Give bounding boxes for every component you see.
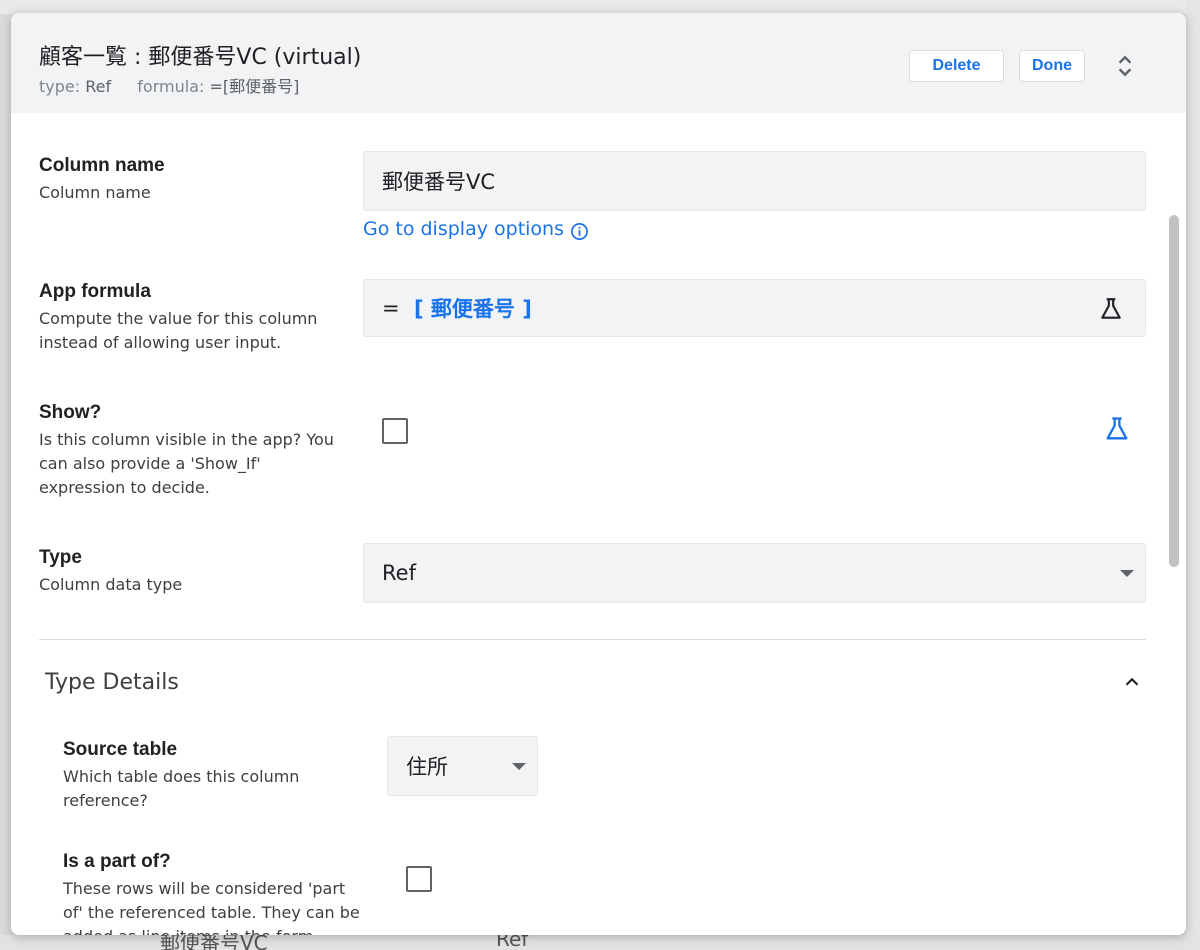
section-divider bbox=[39, 639, 1146, 640]
app-formula-description: Compute the value for this column instea… bbox=[39, 309, 318, 352]
is-part-of-label: Is a part of? bbox=[63, 851, 171, 872]
type-dropdown-caret-icon bbox=[1120, 570, 1134, 577]
column-name-value: 郵便番号VC bbox=[382, 170, 496, 194]
type-select-value: Ref bbox=[382, 561, 416, 585]
formula-expression: [ 郵便番号 ] bbox=[414, 297, 532, 321]
show-description: Is this column visible in the app? You c… bbox=[39, 430, 334, 497]
app-formula-label: App formula bbox=[39, 281, 151, 302]
info-icon[interactable] bbox=[570, 222, 589, 241]
type-meta-value: Ref bbox=[85, 77, 112, 96]
dialog-body: Column name Column name 郵便番号VC Go to dis… bbox=[11, 113, 1186, 935]
show-checkbox[interactable] bbox=[382, 418, 408, 444]
dialog-header: 顧客一覧 : 郵便番号VC (virtual) type: Ref formul… bbox=[11, 13, 1186, 113]
type-label: Type bbox=[39, 547, 82, 568]
chevron-up-icon[interactable] bbox=[1121, 671, 1143, 693]
column-name-label: Column name bbox=[39, 155, 165, 176]
formula-meta-value: =[郵便番号] bbox=[209, 77, 300, 96]
type-meta-label: type: bbox=[39, 77, 81, 96]
background-row-type: Ref bbox=[496, 935, 529, 950]
source-table-value: 住所 bbox=[406, 755, 448, 779]
done-button[interactable]: Done bbox=[1019, 50, 1085, 82]
background-row-name: 郵便番号VC bbox=[160, 935, 268, 950]
flask-icon[interactable] bbox=[1098, 296, 1124, 322]
source-table-caret-icon bbox=[512, 763, 526, 770]
delete-button[interactable]: Delete bbox=[909, 50, 1004, 82]
dialog-meta: type: Ref formula: =[郵便番号] bbox=[39, 73, 299, 97]
show-label: Show? bbox=[39, 402, 102, 423]
type-details-title: Type Details bbox=[45, 670, 179, 695]
source-table-select[interactable]: 住所 bbox=[387, 736, 538, 796]
display-options-link[interactable]: Go to display options bbox=[363, 218, 564, 240]
type-select[interactable]: Ref bbox=[363, 543, 1146, 603]
source-table-description: Which table does this column reference? bbox=[63, 767, 300, 810]
column-name-input[interactable]: 郵便番号VC bbox=[363, 151, 1146, 211]
is-part-of-checkbox[interactable] bbox=[406, 866, 432, 892]
background-app-toolbar bbox=[0, 0, 1200, 14]
background-app-row: 郵便番号VC Ref bbox=[0, 935, 1200, 950]
column-editor-dialog: 顧客一覧 : 郵便番号VC (virtual) type: Ref formul… bbox=[11, 13, 1186, 935]
dialog-title: 顧客一覧 : 郵便番号VC (virtual) bbox=[39, 45, 362, 70]
show-if-flask-icon[interactable] bbox=[1103, 415, 1131, 443]
is-part-of-description: These rows will be considered 'part of' … bbox=[63, 879, 360, 935]
background-app-panel bbox=[1186, 0, 1200, 950]
formula-meta-label: formula: bbox=[137, 77, 205, 96]
scrollbar[interactable] bbox=[1169, 215, 1179, 567]
expand-collapse-icon[interactable] bbox=[1112, 53, 1138, 79]
type-description: Column data type bbox=[39, 575, 183, 594]
column-name-description: Column name bbox=[39, 183, 151, 202]
formula-equals: = bbox=[382, 296, 400, 320]
app-formula-input[interactable]: = [ 郵便番号 ] bbox=[363, 279, 1146, 337]
source-table-label: Source table bbox=[63, 739, 178, 760]
